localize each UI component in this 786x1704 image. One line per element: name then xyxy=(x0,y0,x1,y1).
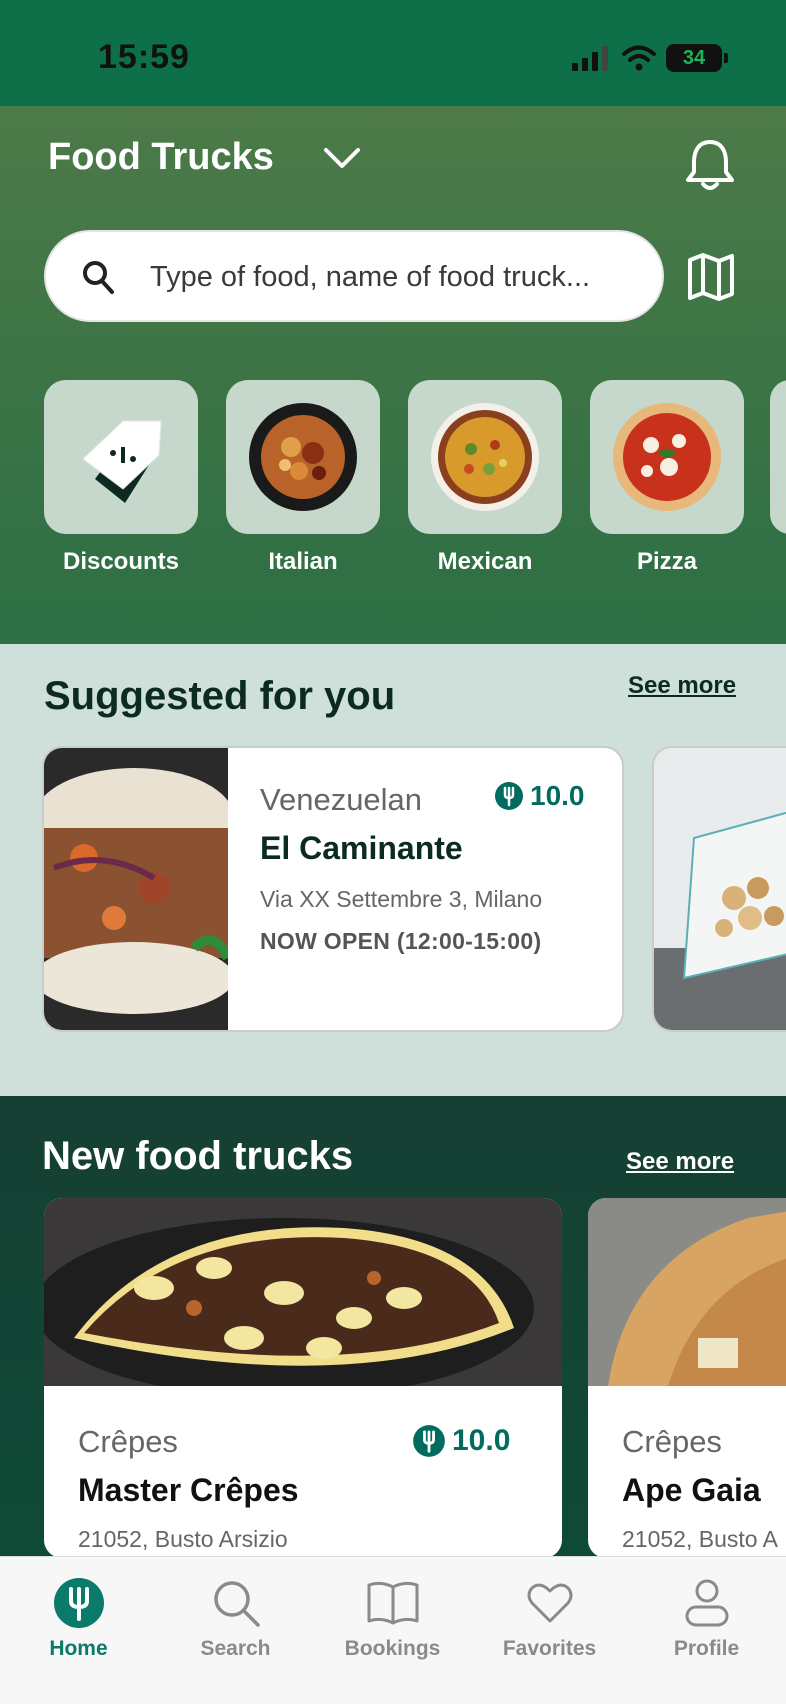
truck-image xyxy=(44,748,228,1030)
mexican-bowl-image xyxy=(431,403,539,511)
tab-label: Home xyxy=(49,1637,108,1660)
truck-address: 21052, Busto Arsizio xyxy=(78,1526,288,1552)
category-pizza[interactable]: Pizza xyxy=(590,380,744,576)
page-title[interactable]: Food Trucks xyxy=(48,136,274,179)
book-icon xyxy=(367,1581,418,1625)
suggested-section: Suggested for you See more Venezuelan 10… xyxy=(0,644,786,1096)
tab-profile[interactable]: Profile xyxy=(628,1557,785,1704)
rating-badge: 10.0 xyxy=(494,780,585,812)
truck-image xyxy=(654,748,786,1030)
tab-bar: Home Search Bookings Favorites Profile xyxy=(0,1556,786,1704)
tab-label: Search xyxy=(200,1637,271,1660)
status-bar: 15:59 34 xyxy=(0,0,786,106)
tab-favorites[interactable]: Favorites xyxy=(471,1557,628,1704)
category-mexican[interactable]: Mexican xyxy=(408,380,562,576)
tab-home[interactable]: Home xyxy=(0,1557,157,1704)
truck-cuisine: Crêpes xyxy=(622,1424,722,1459)
new-trucks-section: New food trucks See more Crêpes 10.0 Mas… xyxy=(0,1096,786,1558)
category-list: Discounts Italian Mexican Pizza xyxy=(44,380,744,576)
category-tile[interactable] xyxy=(226,380,380,534)
category-italian[interactable]: Italian xyxy=(226,380,380,576)
status-icons: 34 xyxy=(572,44,728,72)
category-label: Pizza xyxy=(636,548,698,575)
profile-icon xyxy=(685,1579,728,1627)
truck-card-partial[interactable]: Crêpes Ape Gaia 21052, Busto A xyxy=(588,1198,786,1558)
hero-header: Food Trucks Discoun xyxy=(0,106,786,644)
category-tile[interactable] xyxy=(590,380,744,534)
discount-tag-icon xyxy=(82,420,162,503)
truck-image xyxy=(44,1198,562,1386)
heart-icon xyxy=(527,1583,572,1623)
truck-image xyxy=(588,1198,786,1386)
status-time: 15:59 xyxy=(98,38,190,76)
battery-icon: 34 xyxy=(666,44,728,72)
pizza-image xyxy=(613,403,721,511)
rating-value: 10.0 xyxy=(530,780,585,811)
rating-badge: 10.0 xyxy=(412,1424,510,1458)
truck-address: 21052, Busto A xyxy=(622,1526,779,1552)
truck-name: El Caminante xyxy=(260,830,463,866)
search-icon xyxy=(83,261,114,294)
truck-cuisine: Crêpes xyxy=(78,1424,178,1459)
wifi-icon xyxy=(622,45,656,71)
category-label: Mexican xyxy=(437,548,533,575)
map-icon[interactable] xyxy=(686,252,736,302)
fork-badge-icon xyxy=(413,1425,445,1457)
truck-address: Via XX Settembre 3, Milano xyxy=(260,886,543,912)
tab-label: Bookings xyxy=(344,1637,441,1660)
truck-card[interactable]: Venezuelan 10.0 El Caminante Via XX Sett… xyxy=(42,746,624,1032)
truck-card[interactable]: Crêpes 10.0 Master Crêpes 21052, Busto A… xyxy=(44,1198,562,1558)
see-more-link[interactable]: See more xyxy=(626,1148,734,1176)
tab-label: Favorites xyxy=(502,1637,597,1660)
category-label: Discounts xyxy=(62,548,179,575)
truck-card-partial[interactable] xyxy=(652,746,786,1032)
category-discounts[interactable]: Discounts xyxy=(44,380,198,576)
search-icon xyxy=(213,1581,260,1627)
bell-icon[interactable] xyxy=(684,136,736,192)
truck-name: Ape Gaia xyxy=(622,1472,761,1508)
fork-badge-icon xyxy=(495,782,523,810)
rating-value: 10.0 xyxy=(452,1424,511,1457)
category-tile[interactable] xyxy=(408,380,562,534)
search-bar[interactable] xyxy=(44,230,664,322)
see-more-link[interactable]: See more xyxy=(628,672,736,700)
chevron-down-icon[interactable] xyxy=(322,146,362,172)
truck-name: Master Crêpes xyxy=(78,1472,299,1508)
truck-hours: NOW OPEN (12:00-15:00) xyxy=(260,928,542,954)
signal-icon xyxy=(572,46,608,71)
category-label: Italian xyxy=(268,548,338,575)
pasta-bowl-image xyxy=(249,403,357,511)
section-title: New food trucks xyxy=(42,1134,354,1178)
home-fork-icon xyxy=(53,1578,104,1628)
tab-search[interactable]: Search xyxy=(157,1557,314,1704)
truck-cuisine: Venezuelan xyxy=(260,782,423,817)
category-tile-partial[interactable] xyxy=(770,380,786,534)
section-title: Suggested for you xyxy=(44,674,396,718)
search-input[interactable] xyxy=(150,256,650,298)
category-tile[interactable] xyxy=(44,380,198,534)
tab-label: Profile xyxy=(673,1637,740,1660)
tab-bookings[interactable]: Bookings xyxy=(314,1557,471,1704)
